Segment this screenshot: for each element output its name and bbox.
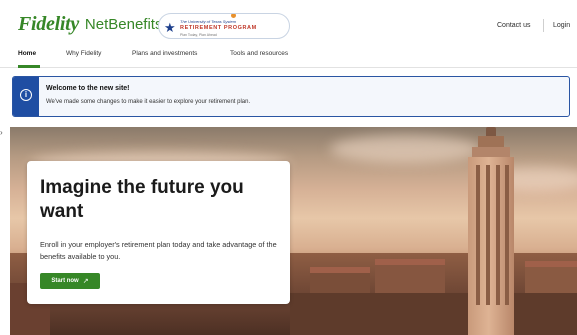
partner-logo-dot xyxy=(231,14,236,18)
partner-logo-line2: RETIREMENT PROGRAM xyxy=(180,25,257,31)
utility-divider xyxy=(543,19,544,32)
active-tab-indicator xyxy=(18,65,40,68)
campus-roof xyxy=(310,267,370,273)
fidelity-wordmark: Fidelity xyxy=(18,13,79,35)
tower-window-column xyxy=(505,165,509,305)
start-now-label: Start now xyxy=(51,278,79,284)
contact-us-link[interactable]: Contact us xyxy=(497,22,530,29)
nav-tab-plans-investments[interactable]: Plans and investments xyxy=(132,50,197,57)
alert-accent-strip: i xyxy=(13,77,39,116)
welcome-alert: i Welcome to the new site! We've made so… xyxy=(12,76,570,117)
start-now-button[interactable]: Start now ↗ xyxy=(40,273,100,289)
login-link[interactable]: Login xyxy=(553,22,570,29)
main-nav: Home Why Fidelity Plans and investments … xyxy=(0,46,577,68)
nav-tab-why-fidelity[interactable]: Why Fidelity xyxy=(66,50,101,57)
tower-window-column xyxy=(476,165,480,305)
partner-logo-tagline: Plan Today, Plan Ahead xyxy=(180,33,217,37)
site-header: Fidelity NetBenefits® ★ The University o… xyxy=(0,0,577,68)
fidelity-netbenefits-logo[interactable]: Fidelity NetBenefits® xyxy=(18,13,168,36)
campus-foreground xyxy=(290,293,577,335)
campus-roof xyxy=(375,259,445,265)
clock-tower xyxy=(456,127,526,335)
info-icon: i xyxy=(20,89,32,101)
partner-logo-line1: The University of Texas System xyxy=(180,19,237,24)
hero-title: Imagine the future you want xyxy=(40,177,244,222)
netbenefits-wordmark: NetBenefits® xyxy=(84,16,168,33)
star-icon: ★ xyxy=(164,20,176,35)
nav-tab-home[interactable]: Home xyxy=(18,50,36,57)
tower-cap xyxy=(472,147,510,157)
tower-body xyxy=(468,157,514,335)
alert-message: We've made some changes to make it easie… xyxy=(46,99,251,105)
campus-roof xyxy=(525,261,577,267)
hero-description: Enroll in your employer's retirement pla… xyxy=(40,240,277,261)
page-edge-marker: › xyxy=(0,128,3,137)
external-link-icon: ↗ xyxy=(82,278,89,285)
alert-title: Welcome to the new site! xyxy=(46,85,130,92)
tower-window-column xyxy=(496,165,500,305)
hero-card: Imagine the future you want Enroll in yo… xyxy=(27,161,290,304)
tower-window-column xyxy=(486,165,490,305)
nav-tab-tools-resources[interactable]: Tools and resources xyxy=(230,50,288,57)
ut-system-retirement-logo: ★ The University of Texas System RETIREM… xyxy=(158,13,290,39)
